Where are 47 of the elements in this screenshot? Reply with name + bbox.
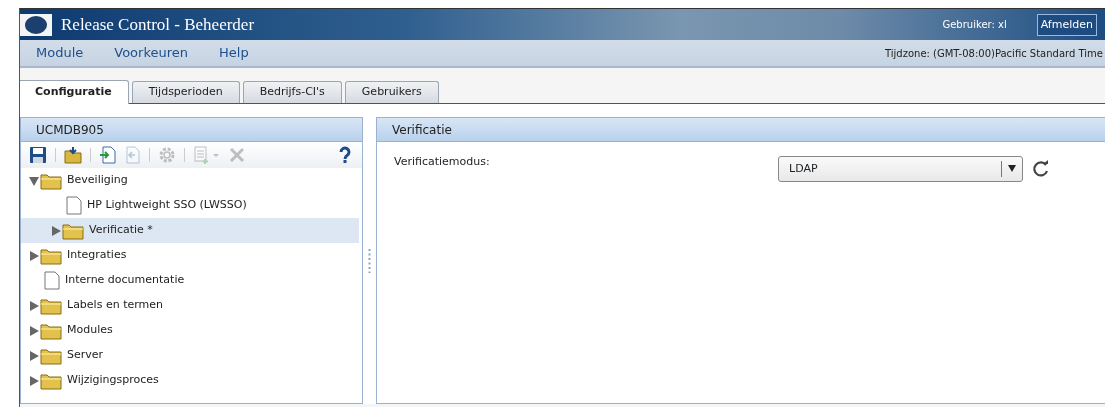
tab[interactable]: Configuratie	[20, 80, 129, 104]
window-title: Release Control - Beheerder	[61, 13, 255, 36]
tree-item[interactable]: Beveiliging	[21, 168, 359, 193]
folder-icon	[40, 246, 62, 265]
tree-item[interactable]: Interne documentatie	[21, 268, 359, 293]
document-icon[interactable]	[99, 146, 117, 164]
logout-button[interactable]: Afmelden	[1036, 13, 1097, 36]
tree-label: Beveiliging	[67, 172, 128, 189]
tree-label: Modules	[67, 322, 113, 339]
folder-icon[interactable]	[64, 146, 82, 164]
user-label: Gebruiker: xl	[942, 18, 1007, 32]
tree-item[interactable]: Verificatie *	[21, 218, 359, 243]
folder-icon	[40, 321, 62, 340]
tree-item[interactable]: Integraties	[21, 243, 359, 268]
tree-item[interactable]: Labels en termen	[21, 293, 359, 318]
menu-item[interactable]: Module	[36, 43, 84, 63]
save-icon[interactable]	[29, 146, 47, 164]
folder-icon	[40, 171, 62, 190]
menu-item[interactable]: Voorkeuren	[114, 43, 188, 63]
tab[interactable]: Bedrijfs-CI's	[242, 81, 342, 103]
tab[interactable]: Gebruikers	[344, 81, 439, 103]
splitter-grip-icon	[368, 247, 371, 274]
folder-icon	[40, 346, 62, 365]
tree-item[interactable]: Modules	[21, 318, 359, 343]
dropdown-field[interactable]: LDAP	[778, 156, 1023, 182]
panel-title: Verificatie	[377, 118, 1105, 142]
tree-item[interactable]: Server	[21, 343, 359, 368]
tree-item[interactable]: HP Lightweight SSO (LWSSO)	[21, 193, 359, 218]
refresh-icon[interactable]	[1032, 160, 1050, 178]
tree-item[interactable]: Wijzigingsproces	[21, 368, 359, 393]
timezone-label: Tijdzone: (GMT-08:00)Pacific Standard Time	[885, 46, 1103, 61]
folder-icon	[40, 371, 62, 390]
tree-label: Verificatie *	[89, 222, 153, 239]
field-label: Verificatiemodus:	[394, 154, 491, 170]
tree-label: Server	[67, 347, 104, 364]
document-icon	[42, 271, 60, 290]
tree-label: Interne documentatie	[65, 272, 185, 289]
tree-label: Labels en termen	[67, 297, 163, 314]
menu-item[interactable]: Help	[219, 43, 249, 63]
tree-label: Integraties	[67, 247, 127, 264]
tree-label: HP Lightweight SSO (LWSSO)	[87, 197, 247, 214]
document-icon	[64, 196, 82, 215]
panel-title: UCMDB905	[21, 118, 362, 142]
folder-icon	[40, 296, 62, 315]
tab[interactable]: Tijdsperioden	[131, 81, 240, 103]
tree-label: Wijzigingsproces	[67, 372, 159, 389]
folder-icon	[62, 221, 84, 240]
